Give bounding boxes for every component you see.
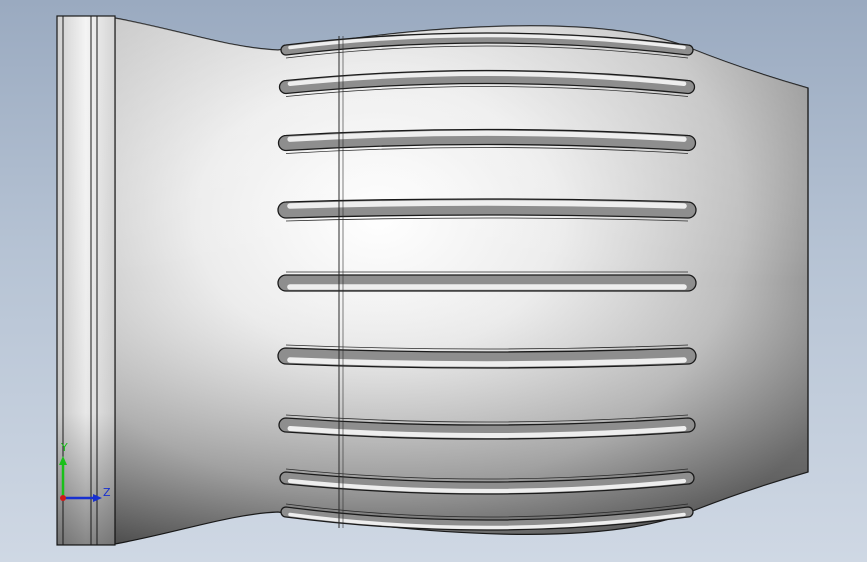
- z-axis-label: Z: [103, 486, 111, 499]
- coordinate-triad: Y Z: [59, 441, 111, 502]
- graphics-viewport[interactable]: Y Z: [0, 0, 867, 562]
- z-axis-arrow: [93, 494, 102, 502]
- y-axis-label: Y: [60, 441, 68, 454]
- x-axis-dot: [60, 495, 66, 501]
- y-axis-arrow: [59, 456, 67, 465]
- slot-wall-highlight: [287, 200, 687, 209]
- part-model[interactable]: [0, 0, 867, 562]
